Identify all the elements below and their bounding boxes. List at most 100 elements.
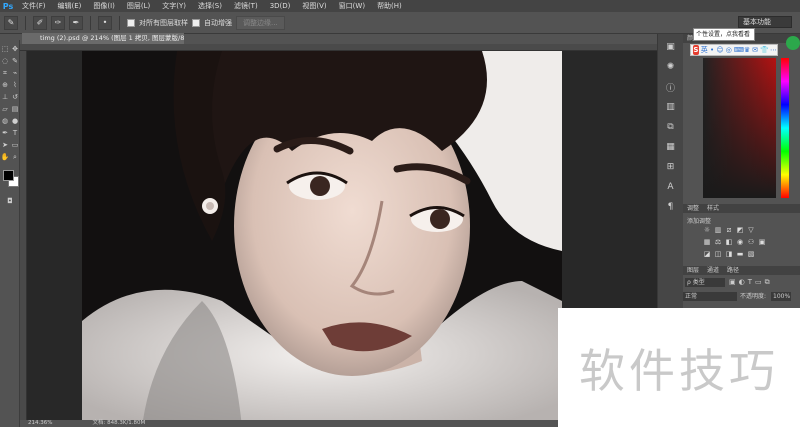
selective-color-icon[interactable]: ▧ xyxy=(747,250,755,258)
hue-slider[interactable] xyxy=(781,58,789,198)
paragraph-panel-icon[interactable]: ¶ xyxy=(662,200,680,214)
menu-edit[interactable]: 编辑(E) xyxy=(52,0,88,12)
actions-panel-icon[interactable]: ✺ xyxy=(662,60,680,74)
brightness-icon[interactable]: ☼ xyxy=(703,226,711,234)
sogou-logo[interactable]: S xyxy=(693,45,699,55)
blur-tool-icon[interactable]: ◍ xyxy=(0,116,10,126)
zoom-level[interactable]: 214.36% xyxy=(28,420,52,427)
crop-tool-icon[interactable]: ⌗ xyxy=(0,68,10,78)
eyedropper-tool-icon[interactable]: ⌁ xyxy=(10,68,20,78)
menu-3d[interactable]: 3D(D) xyxy=(264,0,297,12)
quick-selection-tool-icon[interactable]: ✎ xyxy=(10,56,20,66)
tab-paths[interactable]: 路径 xyxy=(723,266,743,275)
tab-layers[interactable]: 图层 xyxy=(683,266,703,275)
history-brush-tool-icon[interactable]: ↺ xyxy=(10,92,20,102)
workspace-select[interactable]: 基本功能 xyxy=(738,16,792,28)
healing-brush-tool-icon[interactable]: ⊕ xyxy=(0,80,10,90)
ime-voice-icon[interactable]: ◎ xyxy=(726,46,732,54)
color-balance-icon[interactable]: ⚖ xyxy=(714,238,722,246)
quick-mask-icon[interactable]: ◘ xyxy=(5,196,15,206)
portrait-photo[interactable] xyxy=(82,51,562,420)
subtract-selection-brush-icon[interactable]: ✒ xyxy=(69,15,83,30)
exposure-icon[interactable]: ◩ xyxy=(736,226,744,234)
info-panel-icon[interactable]: ⓘ xyxy=(662,80,680,94)
ime-punctuation-icon[interactable]: • xyxy=(710,46,715,54)
levels-icon[interactable]: ▥ xyxy=(714,226,722,234)
marquee-tool-icon[interactable]: ⬚ xyxy=(0,44,10,54)
menu-type[interactable]: 文字(Y) xyxy=(156,0,192,12)
curves-icon[interactable]: ⧄ xyxy=(725,226,733,234)
photo-filter-icon[interactable]: ◉ xyxy=(736,238,744,246)
ime-shirt-icon[interactable]: 👕 xyxy=(760,46,769,54)
clone-stamp-tool-icon[interactable]: ⊥ xyxy=(0,92,10,102)
ime-message-icon[interactable]: ✉ xyxy=(752,46,758,54)
path-selection-tool-icon[interactable]: ➤ xyxy=(0,140,10,150)
properties-panel-icon[interactable]: ⧉ xyxy=(662,120,680,134)
threshold-icon[interactable]: ◨ xyxy=(725,250,733,258)
histogram-panel-icon[interactable]: ▥ xyxy=(662,100,680,114)
pen-tool-icon[interactable]: ✒ xyxy=(0,128,10,138)
posterize-icon[interactable]: ◫ xyxy=(714,250,722,258)
notification-badge[interactable] xyxy=(786,36,800,50)
tab-adjustments[interactable]: 调整 xyxy=(683,204,703,213)
invert-icon[interactable]: ◪ xyxy=(703,250,711,258)
ruler-horizontal xyxy=(20,44,657,51)
vibrance-icon[interactable]: ▽ xyxy=(747,226,755,234)
brush-panel-icon[interactable]: ▦ xyxy=(662,140,680,154)
menu-filter[interactable]: 滤镜(T) xyxy=(228,0,264,12)
refine-edge-button[interactable]: 调整边缘... xyxy=(236,15,285,30)
adjustment-filter-icon[interactable]: ◐ xyxy=(739,278,745,287)
gradient-tool-icon[interactable]: ▤ xyxy=(10,104,20,114)
menu-window[interactable]: 窗口(W) xyxy=(333,0,371,12)
sample-all-layers-checkbox[interactable] xyxy=(127,18,135,27)
menu-image[interactable]: 图像(I) xyxy=(87,0,121,12)
smart-object-filter-icon[interactable]: ⧉ xyxy=(765,278,770,287)
add-selection-brush-icon[interactable]: ✑ xyxy=(51,15,65,30)
tab-styles[interactable]: 样式 xyxy=(703,204,723,213)
menu-select[interactable]: 选择(S) xyxy=(192,0,228,12)
channel-mixer-icon[interactable]: ⚇ xyxy=(747,238,755,246)
hand-tool-icon[interactable]: ✋ xyxy=(0,152,10,162)
pixel-filter-icon[interactable]: ▣ xyxy=(729,278,736,287)
ime-more-icon[interactable]: ⋯ xyxy=(770,46,777,54)
eraser-tool-icon[interactable]: ▱ xyxy=(0,104,10,114)
brush-tool-icon[interactable]: ⌇ xyxy=(10,80,20,90)
shape-tool-icon[interactable]: ▭ xyxy=(10,140,20,150)
blend-mode-select[interactable]: 正常 xyxy=(683,292,737,301)
ime-skin-icon[interactable]: ♛ xyxy=(744,46,750,54)
dodge-tool-icon[interactable]: ● xyxy=(10,116,20,126)
opacity-label: 不透明度: xyxy=(740,293,767,300)
color-field-gradient xyxy=(703,58,776,198)
ime-language-toggle[interactable]: 英 xyxy=(701,45,708,55)
clone-source-panel-icon[interactable]: ⊞ xyxy=(662,160,680,174)
brush-size-picker[interactable]: • xyxy=(98,15,112,30)
color-picker-field[interactable] xyxy=(703,58,776,198)
layer-filter-select[interactable]: ρ 类型 xyxy=(685,278,725,287)
zoom-tool-icon[interactable]: ⌕ xyxy=(10,152,20,162)
new-selection-brush-icon[interactable]: ✐ xyxy=(33,15,47,30)
color-lookup-icon[interactable]: ▣ xyxy=(758,238,766,246)
menu-view[interactable]: 视图(V) xyxy=(296,0,332,12)
shape-filter-icon[interactable]: ▭ xyxy=(755,278,762,287)
menu-help[interactable]: 帮助(H) xyxy=(371,0,408,12)
tool-preset-brush-icon[interactable]: ✎ xyxy=(4,15,18,30)
menu-file[interactable]: 文件(F) xyxy=(16,0,52,12)
foreground-color-swatch[interactable] xyxy=(3,170,14,181)
character-panel-icon[interactable]: A xyxy=(662,180,680,194)
move-tool-icon[interactable]: ✥ xyxy=(10,44,20,54)
ime-emoji-icon[interactable]: ☺ xyxy=(716,46,723,54)
hue-saturation-icon[interactable]: ▦ xyxy=(703,238,711,246)
tab-channels[interactable]: 通道 xyxy=(703,266,723,275)
document-tab[interactable]: timg (2).psd @ 214% (图层 1 拷贝, 图层蒙版/8) * xyxy=(22,33,184,44)
history-panel-icon[interactable]: ▣ xyxy=(662,40,680,54)
black-white-icon[interactable]: ◧ xyxy=(725,238,733,246)
auto-enhance-checkbox[interactable] xyxy=(192,18,200,27)
menu-layer[interactable]: 图层(L) xyxy=(121,0,156,12)
type-filter-icon[interactable]: T xyxy=(748,278,752,287)
opacity-input[interactable]: 100% xyxy=(771,292,791,301)
document-size[interactable]: 文档: 848.3K/1.80M xyxy=(92,420,145,427)
type-tool-icon[interactable]: T xyxy=(10,128,20,138)
ime-keyboard-icon[interactable]: ⌨ xyxy=(734,46,744,54)
lasso-tool-icon[interactable]: ◌ xyxy=(0,56,10,66)
gradient-map-icon[interactable]: ▬ xyxy=(736,250,744,258)
